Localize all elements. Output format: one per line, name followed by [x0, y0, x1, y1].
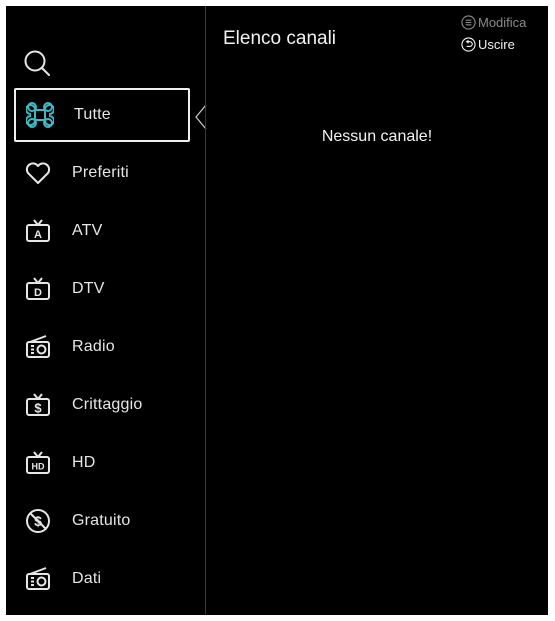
svg-text:HD: HD [32, 462, 45, 472]
modifica-hint[interactable]: Modifica [461, 15, 526, 30]
sidebar-item-label: Gratuito [72, 512, 131, 529]
channel-list-screen: Tutte Preferiti A ATV D DTV Radio $ Crit… [6, 6, 548, 615]
tv-dollar-icon: $ [24, 391, 52, 419]
uscire-hint[interactable]: Uscire [461, 37, 515, 52]
no-dollar-icon: $ [24, 507, 52, 535]
sidebar-item-radio[interactable]: Radio [14, 320, 190, 374]
sidebar-item-preferiti[interactable]: Preferiti [14, 146, 190, 200]
sidebar-item-label: DTV [72, 280, 105, 297]
data-icon [24, 565, 52, 593]
sidebar-item-hd[interactable]: HD HD [14, 436, 190, 490]
sidebar-item-dtv[interactable]: D DTV [14, 262, 190, 316]
search-icon[interactable] [20, 46, 54, 80]
sidebar-item-label: Preferiti [72, 164, 129, 181]
svg-text:D: D [34, 287, 42, 299]
sidebar-item-label: ATV [72, 222, 103, 239]
heart-icon [24, 159, 52, 187]
hint-label: Modifica [478, 15, 527, 30]
sidebar-item-tutte[interactable]: Tutte [14, 88, 190, 142]
hint-label: Uscire [478, 37, 515, 52]
page-title: Elenco canali [223, 28, 337, 49]
panel-divider [205, 6, 206, 615]
sidebar-item-label: HD [72, 454, 96, 471]
sidebar-item-dati[interactable]: Dati [14, 552, 190, 606]
radio-icon [24, 333, 52, 361]
sidebar-item-label: Tutte [74, 106, 111, 123]
sidebar-item-atv[interactable]: A ATV [14, 204, 190, 258]
sidebar-item-label: Radio [72, 338, 115, 355]
sidebar-item-gratuito[interactable]: $ Gratuito [14, 494, 190, 548]
tv-hd-icon: HD [24, 449, 52, 477]
svg-text:A: A [34, 229, 42, 241]
menu-circle-icon [461, 15, 476, 30]
sidebar-item-label: Dati [72, 570, 102, 587]
sidebar-item-crittaggio[interactable]: $ Crittaggio [14, 378, 190, 432]
sidebar-item-label: Crittaggio [72, 396, 143, 413]
back-circle-icon [461, 37, 476, 52]
all-channels-icon [26, 101, 54, 129]
tv-d-icon: D [24, 275, 52, 303]
sidebar: Tutte Preferiti A ATV D DTV Radio $ Crit… [6, 6, 207, 615]
empty-message: Nessun canale! [321, 128, 433, 145]
svg-text:$: $ [34, 401, 42, 416]
tv-a-icon: A [24, 217, 52, 245]
